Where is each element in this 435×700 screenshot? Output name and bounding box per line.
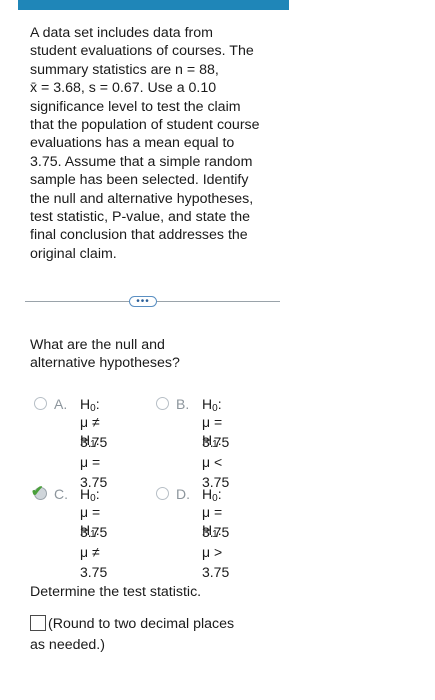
problem-line: sample has been selected. Identify [30, 172, 249, 189]
h1-statement: μ > 3.75 [202, 544, 230, 580]
question-line: What are the null and [30, 337, 165, 353]
problem-line: original claim. [30, 245, 117, 262]
option-letter: D. [176, 486, 190, 502]
problem-line: evaluations has a mean equal to [30, 135, 235, 152]
option-letter: B. [176, 396, 190, 412]
round-note: (Round to two decimal places [48, 616, 235, 632]
question-line: alternative hypotheses? [30, 355, 180, 372]
radio-button[interactable] [34, 397, 47, 410]
answer-row: (Round to two decimal places as needed.) [30, 614, 280, 656]
checkmark-icon: ✔ [31, 483, 44, 500]
problem-line: that the population of student course [30, 117, 260, 134]
top-accent-bar [18, 0, 289, 10]
radio-button[interactable] [156, 487, 169, 500]
option-letter: A. [54, 396, 68, 412]
option-letter: C. [54, 486, 68, 502]
problem-line: final conclusion that addresses the [30, 227, 248, 244]
problem-line: 3.75. Assume that a simple random [30, 153, 253, 170]
problem-line: A data set includes data from [30, 25, 213, 41]
problem-line: significance level to test the claim [30, 98, 241, 115]
question-text: What are the null and alternative hypoth… [30, 336, 230, 373]
answer-input[interactable] [30, 615, 46, 631]
problem-line: summary statistics are n = 88, [30, 61, 219, 78]
test-statistic-prompt: Determine the test statistic. [30, 584, 202, 600]
section-divider: ••• [25, 296, 280, 308]
problem-line: student evaluations of courses. The [30, 43, 254, 60]
problem-statement: A data set includes data from student ev… [30, 24, 275, 263]
h1-statement: μ ≠ 3.75 [80, 544, 108, 580]
round-note-cont: as needed.) [30, 637, 105, 653]
more-button[interactable]: ••• [129, 296, 157, 307]
problem-line: test statistic, P-value, and state the [30, 209, 251, 226]
problem-line: x̄ = 3.68, s = 0.67. Use a 0.10 [30, 80, 217, 97]
radio-button[interactable] [156, 397, 169, 410]
problem-line: the null and alternative hypotheses, [30, 190, 254, 207]
